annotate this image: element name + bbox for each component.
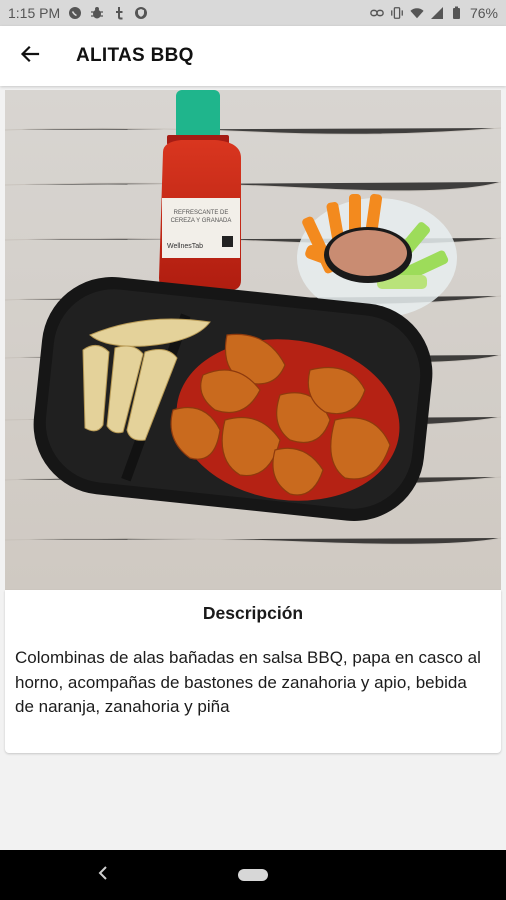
status-time: 1:15 PM — [8, 5, 61, 21]
page-title: ALITAS BBQ — [76, 45, 194, 66]
bug-icon — [90, 6, 104, 20]
status-bar: 1:15 PM 76% — [0, 0, 506, 26]
wifi-icon — [410, 6, 424, 20]
home-pill-icon[interactable] — [238, 869, 268, 881]
nav-back-icon — [98, 865, 108, 886]
battery-icon — [450, 6, 464, 20]
vibrate-icon — [390, 6, 404, 20]
back-button[interactable] — [0, 26, 60, 86]
description-card: Descripción Colombinas de alas bañadas e… — [5, 590, 501, 753]
product-detail: REFRESCANTE DE CEREZA Y GRANADA WellnesT… — [0, 86, 506, 850]
description-text: Colombinas de alas bañadas en salsa BBQ,… — [15, 648, 481, 716]
arrow-left-icon — [20, 44, 40, 69]
svg-text:REFRESCANTE DE: REFRESCANTE DE — [174, 210, 229, 216]
status-left: 1:15 PM — [8, 5, 148, 21]
link-icon — [370, 6, 384, 20]
description-title: Descripción — [202, 603, 304, 623]
signal-icon — [430, 6, 444, 20]
svg-text:CEREZA Y GRANADA: CEREZA Y GRANADA — [171, 218, 232, 224]
status-right: 76% — [370, 5, 498, 21]
shield-icon — [134, 6, 148, 20]
nav-back-button[interactable] — [94, 863, 112, 887]
system-nav-bar — [0, 850, 506, 900]
battery-level: 76% — [469, 5, 498, 21]
svg-text:WellnesTab: WellnesTab — [167, 243, 203, 250]
product-image: REFRESCANTE DE CEREZA Y GRANADA WellnesT… — [5, 90, 501, 590]
tumblr-icon — [112, 6, 126, 20]
app-bar: ALITAS BBQ — [0, 26, 506, 86]
whatsapp-icon — [68, 6, 82, 20]
